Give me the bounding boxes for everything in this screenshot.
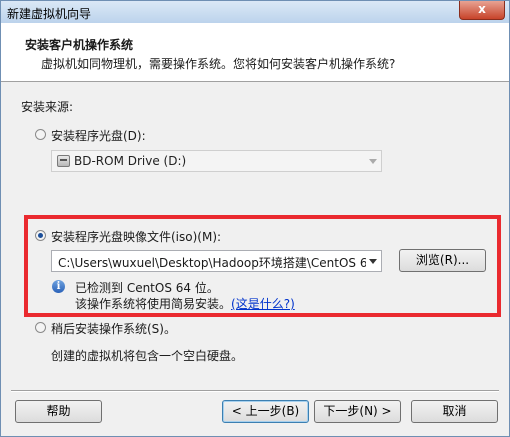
help-button[interactable]: 帮助 bbox=[15, 400, 102, 423]
chevron-down-icon bbox=[369, 159, 377, 164]
wizard-window: 新建虚拟机向导 x 安装客户机操作系统 虚拟机如同物理机，需要操作系统。您将如何… bbox=[0, 0, 510, 437]
radio-installer-disc[interactable] bbox=[35, 129, 46, 140]
close-button[interactable]: x bbox=[459, 1, 505, 20]
radio-install-later[interactable] bbox=[35, 322, 46, 333]
install-later-label[interactable]: 稍后安装操作系统(S)。 bbox=[51, 320, 176, 337]
installer-disc-label[interactable]: 安装程序光盘(D): bbox=[51, 127, 146, 144]
window-title: 新建虚拟机向导 bbox=[7, 7, 92, 21]
footer-divider bbox=[11, 390, 499, 392]
install-source-label: 安装来源: bbox=[21, 100, 74, 114]
disc-drive-icon bbox=[57, 155, 70, 167]
red-highlight-box bbox=[24, 215, 501, 317]
wizard-header: 安装客户机操作系统 虚拟机如同物理机，需要操作系统。您将如何安装客户机操作系统? bbox=[1, 23, 509, 82]
page-subtitle: 虚拟机如同物理机，需要操作系统。您将如何安装客户机操作系统? bbox=[41, 57, 396, 71]
title-bar[interactable]: 新建虚拟机向导 x bbox=[1, 1, 509, 23]
next-button[interactable]: 下一步(N) > bbox=[314, 400, 401, 423]
install-later-description: 创建的虚拟机将包含一个空白硬盘。 bbox=[51, 349, 244, 363]
disc-drive-value: BD-ROM Drive (D:) bbox=[74, 154, 187, 168]
page-title: 安装客户机操作系统 bbox=[25, 38, 134, 52]
disc-drive-select[interactable]: BD-ROM Drive (D:) bbox=[51, 150, 382, 172]
back-button[interactable]: < 上一步(B) bbox=[222, 400, 309, 423]
cancel-button[interactable]: 取消 bbox=[411, 400, 498, 423]
